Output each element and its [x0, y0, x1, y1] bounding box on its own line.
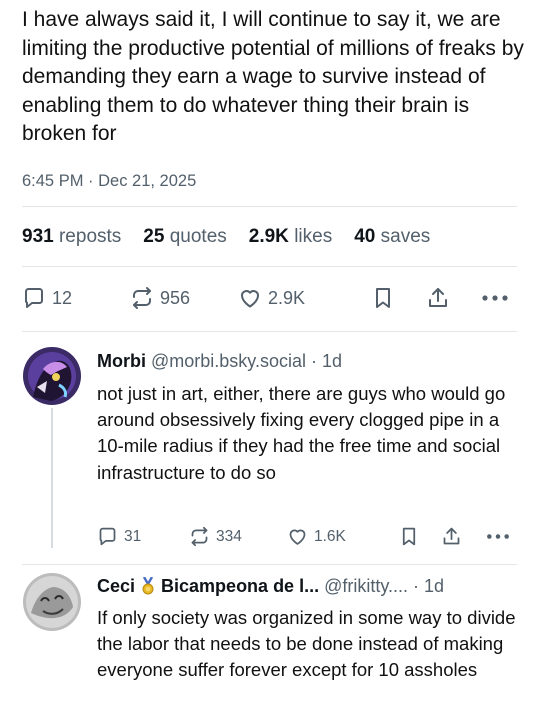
share-button[interactable] — [441, 526, 462, 547]
divider — [22, 331, 517, 332]
like-count: 2.9K — [268, 287, 306, 308]
repost-button[interactable]: 334 — [189, 526, 242, 547]
thread-line — [51, 408, 53, 548]
reply-header: Morbi @morbi.bsky.social · 1d — [97, 351, 342, 372]
share-upload-icon — [443, 527, 460, 545]
like-count: 1.6K — [314, 527, 346, 545]
save-button[interactable] — [399, 526, 419, 547]
share-button[interactable] — [426, 286, 450, 310]
heart-icon — [241, 290, 259, 308]
author-name[interactable]: Morbi — [97, 351, 146, 371]
morbi-avatar-image — [23, 347, 81, 405]
author-name-suffix[interactable]: Bicampeona de l... — [161, 576, 319, 596]
repost-count: 334 — [216, 527, 242, 545]
quotes-stat[interactable]: 25 quotes — [143, 226, 226, 248]
bookmark-icon — [376, 288, 390, 308]
ceci-avatar-image — [23, 573, 81, 631]
saves-stat[interactable]: 40 saves — [354, 226, 430, 248]
reply-time[interactable]: · 1d — [311, 351, 342, 371]
reply-button[interactable]: 12 — [22, 286, 72, 310]
like-button[interactable]: 2.9K — [238, 286, 305, 310]
speech-bubble-icon — [99, 527, 116, 546]
likes-stat[interactable]: 2.9K likes — [249, 226, 332, 248]
post-timestamp[interactable]: 6:45 PM · Dec 21, 2025 — [22, 172, 196, 191]
divider — [22, 206, 517, 207]
reply-action-bar: 31 334 1.6K — [97, 526, 517, 550]
post-stats: 931 reposts 25 quotes 2.9K likes 40 save… — [22, 226, 430, 248]
post-action-bar: 12 956 2.9K — [22, 286, 517, 312]
repost-arrows-icon — [191, 526, 208, 547]
gold-medal-icon — [142, 577, 154, 595]
share-upload-icon — [429, 288, 447, 307]
avatar[interactable] — [23, 573, 81, 631]
reply-text: not just in art, either, there are guys … — [97, 383, 506, 483]
reply-button[interactable]: 31 — [97, 526, 141, 547]
repost-count: 956 — [160, 287, 191, 308]
repost-arrows-icon — [133, 287, 151, 309]
reply-header: Ceci Bicampeona de l... @frikitty.... · 1… — [97, 576, 444, 597]
save-button[interactable] — [372, 286, 394, 310]
author-handle[interactable]: @morbi.bsky.social — [151, 351, 306, 371]
like-button[interactable]: 1.6K — [287, 526, 346, 547]
more-button[interactable] — [480, 286, 510, 310]
reply-time[interactable]: · 1d — [413, 576, 444, 596]
reposts-stat[interactable]: 931 reposts — [22, 226, 121, 248]
reply-count: 31 — [124, 527, 142, 545]
reply-text: If only society was organized in some wa… — [97, 607, 516, 681]
ellipsis-icon — [482, 295, 508, 301]
avatar[interactable] — [23, 347, 81, 405]
ellipsis-icon — [487, 534, 509, 539]
speech-bubble-icon — [24, 288, 43, 308]
bookmark-icon — [402, 527, 416, 546]
heart-icon — [289, 529, 306, 545]
repost-button[interactable]: 956 — [130, 286, 190, 310]
divider — [22, 564, 517, 565]
author-name[interactable]: Ceci — [97, 576, 135, 596]
reply-count: 12 — [52, 287, 73, 308]
divider — [22, 266, 517, 267]
post-text: I have always said it, I will continue t… — [22, 8, 524, 146]
author-handle[interactable]: @frikitty.... — [324, 576, 408, 596]
more-button[interactable] — [485, 526, 511, 547]
